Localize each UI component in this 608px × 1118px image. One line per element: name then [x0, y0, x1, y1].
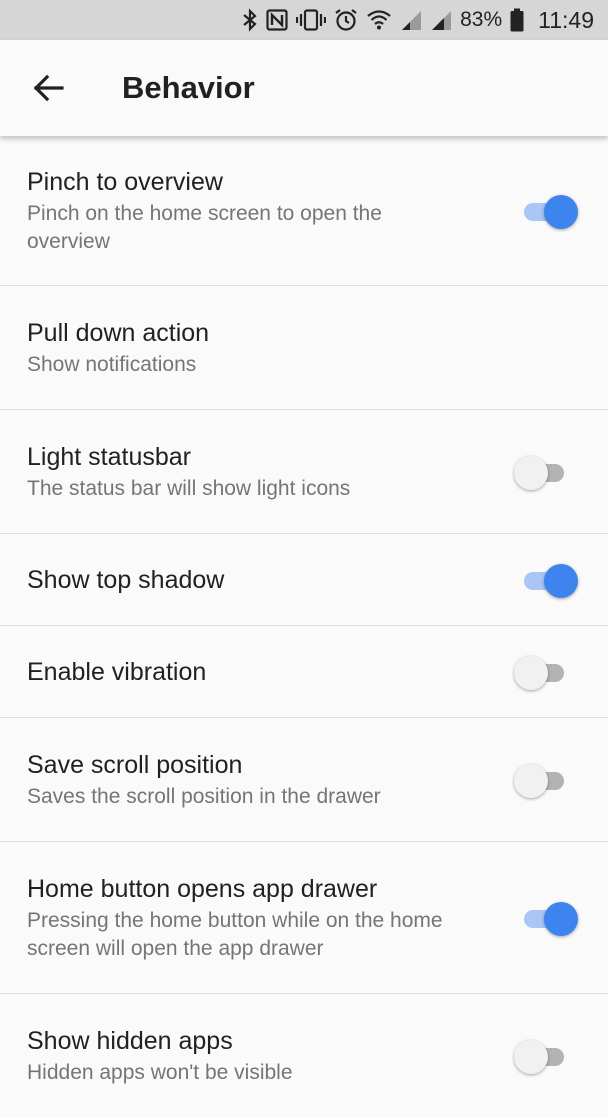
setting-subtitle: Hidden apps won't be visible	[27, 1061, 293, 1084]
setting-title: Show hidden apps	[27, 1027, 233, 1055]
page-title: Behavior	[122, 70, 255, 105]
setting-title: Save scroll position	[27, 750, 243, 779]
signal-icon	[400, 6, 422, 34]
home-button-opens-app-drawer-toggle[interactable]	[520, 900, 578, 936]
setting-title: Pinch to overview	[27, 167, 223, 196]
vibrate-icon	[296, 6, 327, 34]
setting-light-statusbar[interactable]: Light statusbar The status bar will show…	[0, 410, 608, 534]
show-top-shadow-toggle[interactable]	[520, 562, 578, 598]
settings-list: Pinch to overview Pinch on the home scre…	[0, 136, 608, 1118]
setting-subtitle: Pressing the home button while on the ho…	[27, 908, 443, 960]
pinch-to-overview-toggle[interactable]	[520, 193, 578, 229]
setting-title: Show top shadow	[27, 565, 225, 594]
setting-subtitle: Saves the scroll position in the drawer	[27, 784, 381, 808]
setting-subtitle: The status bar will show light icons	[27, 476, 351, 500]
setting-title: Enable vibration	[27, 657, 207, 686]
wifi-icon	[366, 6, 392, 34]
signal-icon	[430, 6, 452, 34]
setting-title: Light statusbar	[27, 442, 191, 471]
setting-show-hidden-apps[interactable]: Show hidden apps Hidden apps won't be vi…	[0, 994, 608, 1118]
show-hidden-apps-toggle[interactable]	[514, 1038, 576, 1074]
battery-percent: 83%	[460, 8, 503, 31]
setting-pull-down-action[interactable]: Pull down action Show notifications	[0, 286, 608, 410]
back-button[interactable]	[0, 40, 96, 136]
alarm-icon	[334, 6, 358, 34]
arrow-left-icon	[33, 74, 64, 102]
bluetooth-icon	[242, 6, 258, 34]
setting-pinch-to-overview[interactable]: Pinch to overview Pinch on the home scre…	[0, 136, 608, 286]
nfc-icon	[266, 6, 288, 34]
light-statusbar-toggle[interactable]	[514, 454, 576, 490]
setting-home-button-opens-app-drawer[interactable]: Home button opens app drawer Pressing th…	[0, 842, 608, 994]
app-bar: Behavior	[0, 40, 608, 136]
setting-subtitle: Pinch on the home screen to open the ove…	[27, 201, 382, 253]
clock: 11:49	[538, 6, 594, 33]
setting-save-scroll-position[interactable]: Save scroll position Saves the scroll po…	[0, 718, 608, 842]
setting-title: Home button opens app drawer	[27, 874, 378, 903]
setting-enable-vibration[interactable]: Enable vibration	[0, 626, 608, 718]
save-scroll-position-toggle[interactable]	[514, 762, 576, 798]
enable-vibration-toggle[interactable]	[514, 654, 576, 690]
battery-icon	[510, 6, 524, 34]
setting-subtitle: Show notifications	[27, 352, 197, 376]
setting-title: Pull down action	[27, 318, 210, 347]
status-bar: 83% 11:49	[0, 0, 608, 40]
setting-show-top-shadow[interactable]: Show top shadow	[0, 534, 608, 626]
